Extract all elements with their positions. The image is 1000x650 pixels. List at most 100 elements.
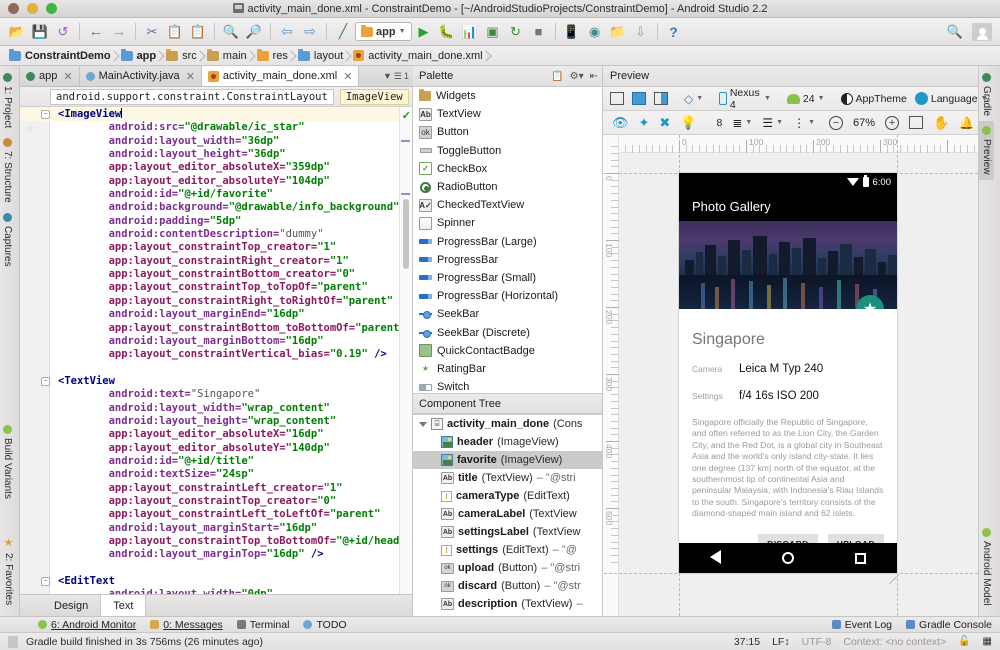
- bottom-item-android-monitor[interactable]: 6: Android Monitor: [38, 619, 136, 631]
- paste-icon[interactable]: 📋: [187, 21, 209, 43]
- encoding-label[interactable]: UTF-8: [802, 636, 832, 648]
- magic-wand-icon[interactable]: ✦: [636, 113, 653, 132]
- code-line[interactable]: android:src="@drawable/ic_star": [58, 121, 412, 134]
- orientation-icon[interactable]: ◇ ▼: [681, 89, 706, 108]
- palette-item[interactable]: Spinner: [413, 214, 602, 232]
- code-line[interactable]: android:id="@+id/favorite": [58, 188, 412, 201]
- sidebar-item-structure[interactable]: 7: Structure: [0, 133, 15, 208]
- component-tree-list[interactable]: ⌸ activity_main_done (Cons header (ImageView…: [413, 414, 602, 616]
- tab-design[interactable]: Design: [42, 595, 102, 616]
- editor-tab-mainactivity[interactable]: MainActivity.java ✕: [80, 66, 202, 86]
- home-circle-icon[interactable]: [781, 552, 794, 564]
- palette-item[interactable]: ProgressBar (Small): [413, 269, 602, 287]
- profile-icon[interactable]: 📊: [459, 21, 481, 43]
- editor-scrollbar[interactable]: ✓: [399, 107, 412, 594]
- code-line[interactable]: app:layout_constraintLeft_toLeftOf="pare…: [58, 508, 412, 521]
- window-controls[interactable]: [0, 3, 57, 14]
- cut-icon[interactable]: ✂: [141, 21, 163, 43]
- code-line[interactable]: android:layout_marginStart="16dp": [58, 522, 412, 535]
- code-line[interactable]: app:layout_editor_absoluteY="140dp": [58, 442, 412, 455]
- palette-item[interactable]: ProgressBar (Horizontal): [413, 287, 602, 305]
- code-line[interactable]: android:layout_marginTop="16dp" />: [58, 548, 412, 561]
- open-folder-icon[interactable]: 📂: [6, 21, 28, 43]
- copy-icon[interactable]: 📋: [164, 21, 186, 43]
- component-tree-row[interactable]: Ab description (TextView) –: [413, 595, 602, 613]
- stop-icon[interactable]: ■: [528, 21, 550, 43]
- palette-item[interactable]: Widgets: [413, 87, 602, 105]
- code-line[interactable]: android:padding="5dp": [58, 215, 412, 228]
- guidelines-icon[interactable]: ⋮ ▼: [790, 113, 818, 132]
- component-tree-row[interactable]: IcameraType (EditText): [413, 487, 602, 505]
- sidebar-item-preview[interactable]: Preview: [979, 121, 994, 180]
- code-line[interactable]: app:layout_constraintTop_toTopOf="parent…: [58, 281, 412, 294]
- breadcrumb-item-main[interactable]: main: [204, 48, 254, 62]
- code-fold-toggle[interactable]: −: [41, 577, 50, 587]
- forward-icon[interactable]: ⇨: [299, 21, 321, 43]
- code-line[interactable]: app:layout_constraintBottom_creator="0": [58, 268, 412, 281]
- sync-icon[interactable]: ↺: [52, 21, 74, 43]
- api-level-selector[interactable]: 24 ▼: [784, 89, 828, 108]
- editor-tab-activity-main-done[interactable]: activity_main_done.xml ✕: [201, 66, 360, 86]
- close-tab-icon[interactable]: ✕: [63, 70, 72, 83]
- design-mode-icon[interactable]: [607, 89, 627, 108]
- code-line[interactable]: app:layout_constraintTop_creator="1": [58, 241, 412, 254]
- code-line[interactable]: android:textSize="24sp": [58, 468, 412, 481]
- gear-icon[interactable]: ⚙▾: [570, 71, 584, 82]
- notification-bell-icon[interactable]: 🔔: [956, 113, 977, 132]
- caret-position[interactable]: 37:15: [734, 636, 760, 648]
- palette-item[interactable]: ✓ CheckBox: [413, 160, 602, 178]
- bottom-item-todo[interactable]: TODO: [303, 619, 347, 631]
- search-icon[interactable]: 🔍: [944, 21, 966, 43]
- design-canvas[interactable]: 0 100 200 300 400 500 0 100 200 300 6:00 Photo G…: [603, 135, 978, 616]
- zoom-in-icon[interactable]: +: [882, 113, 902, 132]
- find-icon[interactable]: 🔍: [220, 21, 242, 43]
- pack-icon[interactable]: ≣ ▼: [729, 113, 755, 132]
- sidebar-item-build-variants[interactable]: Build Variants: [0, 420, 15, 504]
- code-line[interactable]: app:layout_editor_absoluteX="16dp": [58, 428, 412, 441]
- scrollbar-thumb[interactable]: [403, 199, 409, 269]
- editor-tab-overflow[interactable]: ▼ ☰ 1: [383, 66, 413, 86]
- autoconnect-bulb-icon[interactable]: 💡: [677, 113, 699, 132]
- code-line[interactable]: <EditText: [58, 575, 412, 588]
- bottom-item-terminal[interactable]: Terminal: [236, 619, 289, 631]
- module-selector[interactable]: app ▼: [355, 22, 412, 41]
- recents-square-icon[interactable]: [855, 552, 867, 564]
- close-window-button[interactable]: [8, 3, 19, 14]
- sidebar-item-project[interactable]: 1: Project: [0, 68, 15, 133]
- canvas-board[interactable]: 6:00 Photo Gallery Singapore Camera Leic…: [603, 135, 978, 616]
- palette-item[interactable]: QuickContactBadge: [413, 342, 602, 360]
- header-image[interactable]: ★: [679, 221, 897, 309]
- breadcrumb-item-res[interactable]: res: [254, 48, 295, 62]
- lock-icon[interactable]: 🔓: [958, 636, 970, 647]
- class-path-chip[interactable]: android.support.constraint.ConstraintLay…: [50, 88, 334, 105]
- code-line[interactable]: android:layout_marginEnd="16dp": [58, 308, 412, 321]
- theme-selector[interactable]: AppTheme: [838, 89, 910, 108]
- breadcrumb-item-constraintdemo[interactable]: ConstraintDemo: [6, 48, 118, 62]
- breadcrumb-item-layout[interactable]: layout: [295, 48, 350, 62]
- breadcrumb-item-app[interactable]: app: [118, 48, 164, 62]
- copy-icon[interactable]: 📋: [551, 71, 563, 82]
- component-tree-row[interactable]: ⌸ activity_main_done (Cons: [413, 415, 602, 433]
- code-line[interactable]: app:layout_constraintRight_creator="1": [58, 255, 412, 268]
- replace-icon[interactable]: 🔎: [243, 21, 265, 43]
- clear-constraints-icon[interactable]: ✖: [656, 113, 673, 132]
- palette-item[interactable]: Ab TextView: [413, 105, 602, 123]
- language-selector[interactable]: Language ▼: [912, 89, 991, 108]
- code-line[interactable]: app:layout_editor_absoluteY="104dp": [58, 175, 412, 188]
- palette-item[interactable]: ProgressBar: [413, 251, 602, 269]
- align-icon[interactable]: ☰ ▼: [759, 113, 786, 132]
- sdk-manager-icon[interactable]: ◉: [584, 21, 606, 43]
- palette-list[interactable]: Widgets Ab TextView ok Button ToggleButton ✓ Ch…: [413, 87, 602, 393]
- code-line[interactable]: android:id="@+id/title": [58, 455, 412, 468]
- palette-item[interactable]: ProgressBar (Large): [413, 233, 602, 251]
- memory-indicator-icon[interactable]: ▦: [983, 636, 992, 647]
- editor-code-area[interactable]: <ImageView android:src="@drawable/ic_sta…: [20, 107, 412, 616]
- bottom-item-gradle-console[interactable]: Gradle Console: [906, 619, 992, 631]
- device-preview[interactable]: 6:00 Photo Gallery Singapore Camera Leic…: [679, 173, 897, 573]
- context-label[interactable]: Context: <no context>: [843, 636, 946, 648]
- code-fold-toggle[interactable]: −: [41, 110, 50, 119]
- redo-icon[interactable]: →: [108, 21, 130, 43]
- code-line[interactable]: android:layout_height="wrap_content": [58, 415, 412, 428]
- component-tree-row[interactable]: ok upload (Button) – "@stri: [413, 559, 602, 577]
- code-line[interactable]: app:layout_constraintVertical_bias="0.19…: [58, 348, 412, 361]
